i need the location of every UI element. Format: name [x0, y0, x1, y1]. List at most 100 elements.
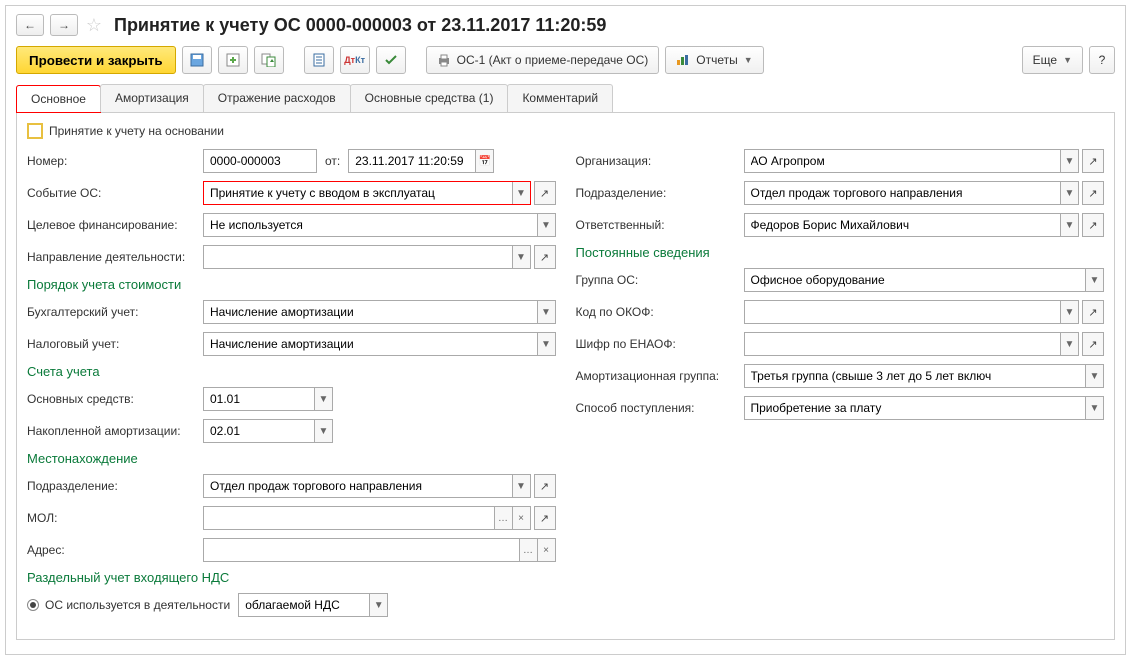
acc-main-dropdown[interactable]: ▼ [315, 387, 333, 411]
funding-input[interactable] [210, 218, 531, 232]
nu-input[interactable] [210, 337, 531, 351]
acc-main-input[interactable] [210, 392, 308, 406]
okof-label: Код по ОКОФ: [576, 305, 744, 319]
resp-open[interactable]: ↗ [1082, 213, 1104, 237]
document-button[interactable] [304, 46, 334, 74]
mol-select[interactable]: … [495, 506, 513, 530]
based-on-label: Принятие к учету на основании [49, 124, 224, 138]
loc-dept-open[interactable]: ↗ [534, 474, 556, 498]
tab-depreciation[interactable]: Амортизация [100, 84, 204, 112]
activity-dropdown[interactable]: ▼ [513, 245, 531, 269]
org-input[interactable] [751, 154, 1055, 168]
reports-label: Отчеты [696, 53, 737, 67]
group-label: Группа ОС: [576, 273, 744, 287]
create-based-on-button[interactable] [254, 46, 284, 74]
more-label: Еще [1033, 53, 1057, 67]
okof-dropdown[interactable]: ▼ [1061, 300, 1079, 324]
save-button[interactable] [182, 46, 212, 74]
tab-fixed-assets[interactable]: Основные средства (1) [350, 84, 509, 112]
addr-clear[interactable]: × [538, 538, 556, 562]
loc-dept-dropdown[interactable]: ▼ [513, 474, 531, 498]
amort-input[interactable] [751, 369, 1080, 383]
section-permanent: Постоянные сведения [576, 245, 1105, 260]
post-button[interactable] [218, 46, 248, 74]
group-input[interactable] [751, 273, 1080, 287]
acc-dep-dropdown[interactable]: ▼ [315, 419, 333, 443]
rdept-dropdown[interactable]: ▼ [1061, 181, 1079, 205]
acc-dep-input[interactable] [210, 424, 308, 438]
rdept-input[interactable] [751, 186, 1055, 200]
acc-main-label: Основных средств: [27, 392, 203, 406]
okof-open[interactable]: ↗ [1082, 300, 1104, 324]
event-label: Событие ОС: [27, 186, 203, 200]
back-button[interactable]: ← [16, 14, 44, 36]
enaof-open[interactable]: ↗ [1082, 332, 1104, 356]
enaof-dropdown[interactable]: ▼ [1061, 332, 1079, 356]
resp-input[interactable] [751, 218, 1055, 232]
tab-expenses[interactable]: Отражение расходов [203, 84, 351, 112]
funding-label: Целевое финансирование: [27, 218, 203, 232]
approve-button[interactable] [376, 46, 406, 74]
acq-label: Способ поступления: [576, 401, 744, 415]
print-button[interactable]: ОС-1 (Акт о приеме-передаче ОС) [426, 46, 660, 74]
section-cost-accounting: Порядок учета стоимости [27, 277, 556, 292]
org-label: Организация: [576, 154, 744, 168]
activity-open[interactable]: ↗ [534, 245, 556, 269]
page-title: Принятие к учету ОС 0000-000003 от 23.11… [114, 15, 606, 36]
addr-label: Адрес: [27, 543, 203, 557]
number-label: Номер: [27, 154, 203, 168]
rdept-open[interactable]: ↗ [1082, 181, 1104, 205]
mol-label: МОЛ: [27, 511, 203, 525]
nu-dropdown[interactable]: ▼ [538, 332, 556, 356]
date-input[interactable] [355, 154, 469, 168]
org-open[interactable]: ↗ [1082, 149, 1104, 173]
tab-main[interactable]: Основное [16, 85, 101, 113]
enaof-label: Шифр по ЕНАОФ: [576, 337, 744, 351]
calendar-button[interactable]: 📅 [476, 149, 494, 173]
amort-dropdown[interactable]: ▼ [1086, 364, 1104, 388]
enaof-input[interactable] [751, 337, 1055, 351]
vat-radio[interactable] [27, 599, 39, 611]
loc-dept-label: Подразделение: [27, 479, 203, 493]
activity-input[interactable] [210, 250, 506, 264]
loc-dept-input[interactable] [210, 479, 506, 493]
event-open[interactable]: ↗ [534, 181, 556, 205]
number-input[interactable] [210, 154, 310, 168]
resp-dropdown[interactable]: ▼ [1061, 213, 1079, 237]
bu-dropdown[interactable]: ▼ [538, 300, 556, 324]
acc-dep-label: Накопленной амортизации: [27, 424, 203, 438]
mol-input[interactable] [210, 511, 488, 525]
event-input[interactable] [210, 186, 506, 200]
funding-dropdown[interactable]: ▼ [538, 213, 556, 237]
addr-select[interactable]: … [520, 538, 538, 562]
dtkn-button[interactable]: ДтКт [340, 46, 370, 74]
event-dropdown[interactable]: ▼ [513, 181, 531, 205]
bu-label: Бухгалтерский учет: [27, 305, 203, 319]
acq-dropdown[interactable]: ▼ [1086, 396, 1104, 420]
acq-input[interactable] [751, 401, 1080, 415]
bu-input[interactable] [210, 305, 531, 319]
vat-select[interactable] [245, 598, 363, 612]
print-label: ОС-1 (Акт о приеме-передаче ОС) [457, 53, 649, 67]
forward-button[interactable]: → [50, 14, 78, 36]
post-and-close-button[interactable]: Провести и закрыть [16, 46, 176, 74]
section-vat: Раздельный учет входящего НДС [27, 570, 556, 585]
vat-radio-label: ОС используется в деятельности [45, 598, 230, 612]
vat-dropdown[interactable]: ▼ [370, 593, 388, 617]
tab-comment[interactable]: Комментарий [507, 84, 613, 112]
help-button[interactable]: ? [1089, 46, 1115, 74]
org-dropdown[interactable]: ▼ [1061, 149, 1079, 173]
okof-input[interactable] [751, 305, 1055, 319]
amort-label: Амортизационная группа: [576, 369, 744, 383]
more-button[interactable]: Еще ▼ [1022, 46, 1083, 74]
addr-input[interactable] [210, 543, 513, 557]
mol-clear[interactable]: × [513, 506, 531, 530]
mol-open[interactable]: ↗ [534, 506, 556, 530]
printer-icon [437, 53, 451, 67]
resp-label: Ответственный: [576, 218, 744, 232]
reports-button[interactable]: Отчеты ▼ [665, 46, 763, 74]
activity-label: Направление деятельности: [27, 250, 203, 264]
group-dropdown[interactable]: ▼ [1086, 268, 1104, 292]
favorite-icon[interactable]: ☆ [84, 15, 104, 35]
based-on-checkbox[interactable] [27, 123, 43, 139]
